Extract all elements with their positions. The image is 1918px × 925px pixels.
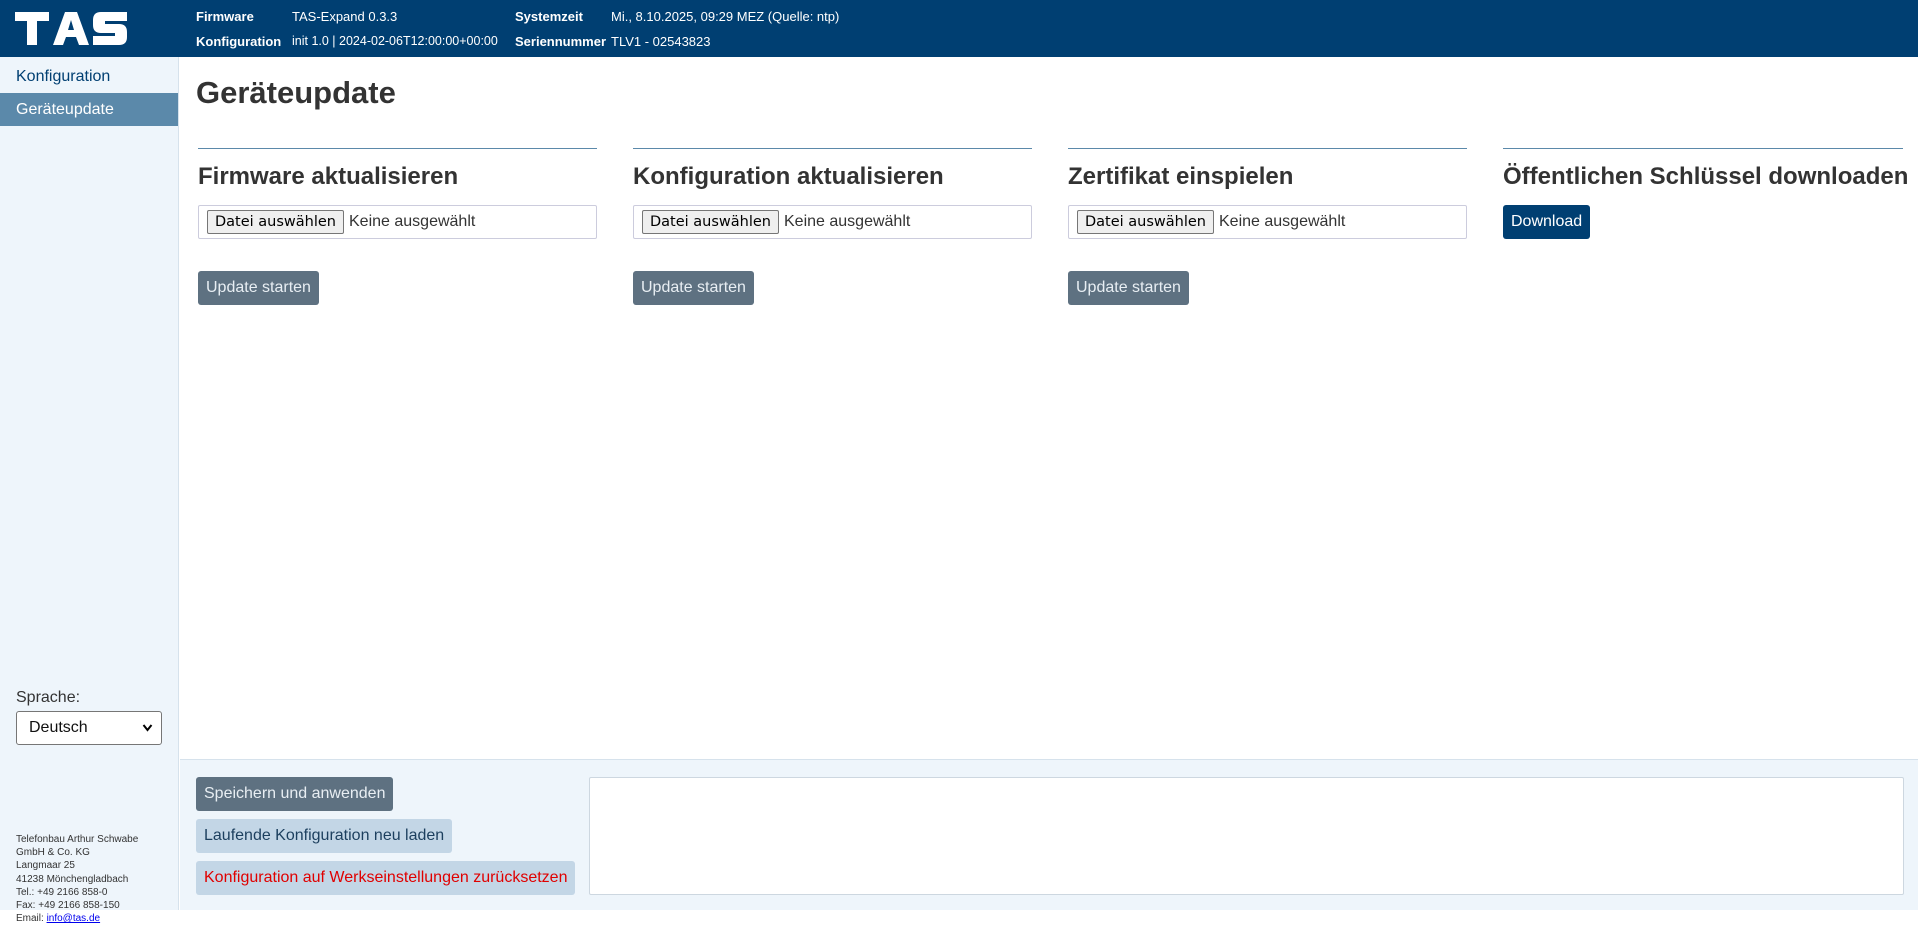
- config-file-input[interactable]: Datei auswählen Keine ausgewählt: [633, 205, 1032, 239]
- certificate-panel: Zertifikat einspielen Datei auswählen Ke…: [1068, 148, 1467, 305]
- certificate-update-button[interactable]: Update starten: [1068, 271, 1189, 305]
- company-address: Telefonbau Arthur Schwabe GmbH & Co. KG …: [16, 833, 138, 925]
- config-value: init 1.0 | 2024-02-06T12:00:00+00:00: [292, 34, 498, 48]
- sidebar-item-konfiguration[interactable]: Konfiguration: [0, 60, 178, 93]
- choose-file-button[interactable]: Datei auswählen: [642, 210, 779, 234]
- download-button[interactable]: Download: [1503, 205, 1591, 239]
- systemtime-value: Mi., 8.10.2025, 09:29 MEZ (Quelle: ntp): [611, 9, 840, 24]
- language-label: Sprache:: [16, 689, 81, 706]
- footer-bar: Speichern und anwenden Laufende Konfigur…: [180, 759, 1918, 910]
- firmware-update-panel: Firmware aktualisieren Datei auswählen K…: [198, 148, 597, 305]
- file-status: Keine ausgewählt: [1219, 213, 1346, 230]
- company-email-label: Email:: [16, 913, 47, 925]
- output-log[interactable]: [589, 777, 1904, 895]
- panel-title: Öffentlichen Schlüssel downloaden: [1503, 163, 1909, 190]
- language-select[interactable]: Deutsch: [16, 711, 162, 745]
- company-line: 41238 Mönchengladbach: [16, 873, 129, 885]
- tas-logo: [15, 11, 127, 46]
- sidebar: Konfiguration Geräteupdate Sprache: Deut…: [0, 57, 179, 924]
- top-header: Firmware TAS-Expand 0.3.3 Systemzeit Mi.…: [0, 0, 1918, 57]
- systemtime-label: Systemzeit: [515, 9, 583, 24]
- sidebar-item-geraeteupdate[interactable]: Geräteupdate: [0, 93, 178, 126]
- firmware-label: Firmware: [196, 9, 254, 24]
- panel-title: Firmware aktualisieren: [198, 163, 459, 190]
- panel-title: Konfiguration aktualisieren: [633, 163, 944, 190]
- factory-reset-button[interactable]: Konfiguration auf Werkseinstellungen zur…: [196, 861, 576, 895]
- certificate-file-input[interactable]: Datei auswählen Keine ausgewählt: [1068, 205, 1467, 239]
- company-line: Langmaar 25: [16, 860, 75, 872]
- choose-file-button[interactable]: Datei auswählen: [207, 210, 344, 234]
- panel-title: Zertifikat einspielen: [1068, 163, 1294, 190]
- page-title: Geräteupdate: [196, 75, 396, 110]
- save-apply-button[interactable]: Speichern und anwenden: [196, 777, 394, 811]
- config-label: Konfiguration: [196, 34, 282, 49]
- firmware-update-button[interactable]: Update starten: [198, 271, 319, 305]
- company-email-link[interactable]: info@tas.de: [47, 913, 101, 924]
- reload-config-button[interactable]: Laufende Konfiguration neu laden: [196, 819, 453, 853]
- company-phone: Tel.: +49 2166 858-0: [16, 886, 108, 898]
- company-line: GmbH & Co. KG: [16, 847, 90, 859]
- file-status: Keine ausgewählt: [349, 213, 476, 230]
- system-info: Firmware TAS-Expand 0.3.3 Systemzeit Mi.…: [196, 4, 911, 54]
- firmware-file-input[interactable]: Datei auswählen Keine ausgewählt: [198, 205, 597, 239]
- language-selected-value: Deutsch: [29, 719, 88, 736]
- config-update-panel: Konfiguration aktualisieren Datei auswäh…: [633, 148, 1032, 305]
- serial-label: Seriennummer: [515, 34, 607, 49]
- chevron-down-icon: [142, 712, 153, 757]
- company-fax: Fax: +49 2166 858-150: [16, 900, 120, 912]
- public-key-panel: Öffentlichen Schlüssel downloaden Downlo…: [1503, 148, 1909, 239]
- firmware-value: TAS-Expand 0.3.3: [292, 9, 398, 24]
- choose-file-button[interactable]: Datei auswählen: [1077, 210, 1214, 234]
- company-line: Telefonbau Arthur Schwabe: [16, 834, 139, 845]
- serial-value: TLV1 - 02543823: [611, 34, 711, 49]
- config-update-button[interactable]: Update starten: [633, 271, 754, 305]
- file-status: Keine ausgewählt: [784, 213, 911, 230]
